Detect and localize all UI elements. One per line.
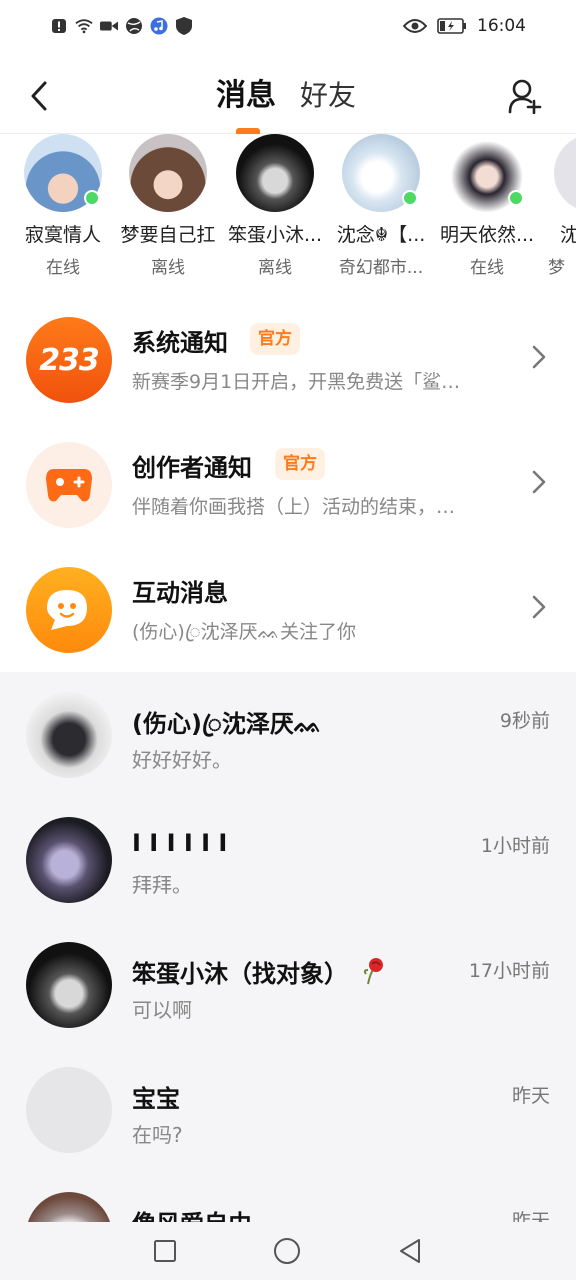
- contact-name: I I I I I I: [132, 829, 228, 857]
- message-preview: 可以啊: [132, 998, 192, 1022]
- home-icon: [274, 1238, 300, 1264]
- alert-icon: [50, 17, 68, 35]
- friend-name: 沈念☬【...: [336, 224, 426, 246]
- avatar: [26, 1067, 112, 1153]
- top-header: 消息 好友: [0, 58, 576, 134]
- rose-icon: [364, 958, 384, 985]
- friend-name: 笨蛋小沐...: [227, 224, 323, 246]
- message-time: 昨天: [511, 1210, 550, 1222]
- friend-status: 离线: [151, 258, 185, 278]
- recent-apps-icon: [154, 1240, 176, 1262]
- shield-icon: [175, 17, 193, 35]
- system-nav-bar: [0, 1222, 576, 1280]
- avatar: [26, 692, 112, 778]
- friend-item[interactable]: 梦要自己扛 离线: [115, 134, 221, 278]
- creator-notice-row[interactable]: 创作者通知 官方 伴随着你画我搭（上）活动的结束，…: [0, 422, 576, 547]
- avatar: [24, 134, 102, 212]
- online-indicator: [402, 190, 418, 206]
- 233-logo-icon: 233: [26, 317, 112, 403]
- back-nav-button[interactable]: [395, 1236, 425, 1266]
- notice-title: 创作者通知: [132, 454, 252, 482]
- friend-status: 奇幻都市...: [338, 258, 424, 278]
- friend-item[interactable]: 寂寞情人 在线: [10, 134, 116, 278]
- notice-title: 系统通知: [132, 329, 228, 357]
- chat-row[interactable]: 笨蛋小沐（找对象） 17小时前 可以啊: [0, 922, 576, 1047]
- friend-item[interactable]: 笨蛋小沐... 离线: [222, 134, 328, 278]
- chat-row[interactable]: (伤心)ꦿ沈泽厌ᨐ 9秒前 好好好好。: [0, 672, 576, 797]
- chat-row[interactable]: 宝宝 昨天 在吗?: [0, 1047, 576, 1172]
- avatar: [554, 134, 576, 212]
- avatar: [26, 817, 112, 903]
- chevron-right-icon: [532, 345, 546, 369]
- notice-title: 互动消息: [132, 579, 228, 607]
- chat-row[interactable]: 像风爱自由 昨天: [0, 1172, 576, 1222]
- back-triangle-icon: [400, 1239, 420, 1263]
- gamepad-icon: [26, 442, 112, 528]
- clock: 16:04: [477, 16, 526, 36]
- avatar: [26, 1192, 112, 1222]
- add-friend-button[interactable]: [505, 76, 545, 116]
- friend-name: 梦要自己扛: [120, 224, 216, 246]
- friend-status: 离线: [258, 258, 292, 278]
- friend-item[interactable]: 沈念☬【... 奇幻都市...: [328, 134, 434, 278]
- chevron-right-icon: [532, 595, 546, 619]
- music-icon: [150, 17, 168, 35]
- notice-preview: 新赛季9月1日开启，开黑免费送「鲨…: [132, 371, 461, 393]
- avatar: [342, 134, 420, 212]
- contact-name: 像风爱自由: [132, 1204, 252, 1222]
- eye-icon: [403, 17, 427, 35]
- message-preview: 拜拜。: [132, 873, 192, 897]
- message-preview: 好好好好。: [132, 748, 232, 772]
- online-friends-strip: 寂寞情人 在线 梦要自己扛 离线 笨蛋小沐... 离线 沈念☬【... 奇幻都市…: [0, 134, 576, 280]
- message-preview: 在吗?: [132, 1123, 183, 1147]
- notice-preview: (伤心)ꦿ沈泽厌ᨐ关注了你: [132, 621, 356, 643]
- online-indicator: [84, 190, 100, 206]
- status-bar-right: 16:04: [403, 16, 526, 36]
- status-bar-left-icons: [50, 17, 193, 35]
- tab-messages[interactable]: 消息: [216, 76, 276, 116]
- avatar: [129, 134, 207, 212]
- friend-name: 沈: [560, 224, 576, 246]
- status-bar: 16:04: [0, 0, 576, 58]
- official-badge: 官方: [250, 323, 300, 355]
- contact-name: 宝宝: [132, 1085, 180, 1113]
- interaction-notice-row[interactable]: 互动消息 (伤心)ꦿ沈泽厌ᨐ关注了你: [0, 547, 576, 672]
- friend-status: 在线: [470, 258, 504, 278]
- chevron-right-icon: [532, 470, 546, 494]
- friend-item[interactable]: 沈 梦: [540, 134, 576, 278]
- globe-icon: [125, 17, 143, 35]
- back-button[interactable]: [22, 76, 56, 116]
- notice-preview: 伴随着你画我搭（上）活动的结束，…: [132, 496, 456, 518]
- chat-bubble-icon: [26, 567, 112, 653]
- message-time: 1小时前: [480, 835, 550, 857]
- avatar: [236, 134, 314, 212]
- message-time: 9秒前: [499, 710, 550, 732]
- home-button[interactable]: [272, 1236, 302, 1266]
- video-icon: [100, 17, 118, 35]
- chevron-left-icon: [31, 81, 47, 111]
- friend-item[interactable]: 明天依然... 在线: [434, 134, 540, 278]
- wifi-icon: [75, 17, 93, 35]
- tab-friends[interactable]: 好友: [300, 76, 356, 116]
- message-time: 17小时前: [468, 960, 550, 982]
- system-notice-row[interactable]: 233 系统通知 官方 新赛季9月1日开启，开黑免费送「鲨…: [0, 297, 576, 422]
- avatar: [26, 942, 112, 1028]
- chat-row[interactable]: I I I I I I 1小时前 拜拜。: [0, 797, 576, 922]
- friend-name: 寂寞情人: [24, 224, 101, 246]
- avatar: [448, 134, 526, 212]
- official-badge: 官方: [275, 448, 325, 480]
- battery-icon: [437, 17, 467, 35]
- add-user-icon: [508, 79, 542, 114]
- message-time: 昨天: [511, 1085, 550, 1107]
- friend-status: 梦: [548, 258, 565, 278]
- online-indicator: [508, 190, 524, 206]
- chat-list: (伤心)ꦿ沈泽厌ᨐ 9秒前 好好好好。 I I I I I I 1小时前 拜拜。…: [0, 672, 576, 1222]
- friend-status: 在线: [46, 258, 80, 278]
- contact-name: 笨蛋小沐（找对象）: [132, 954, 386, 989]
- recent-apps-button[interactable]: [150, 1236, 180, 1266]
- friend-name: 明天依然...: [439, 224, 535, 246]
